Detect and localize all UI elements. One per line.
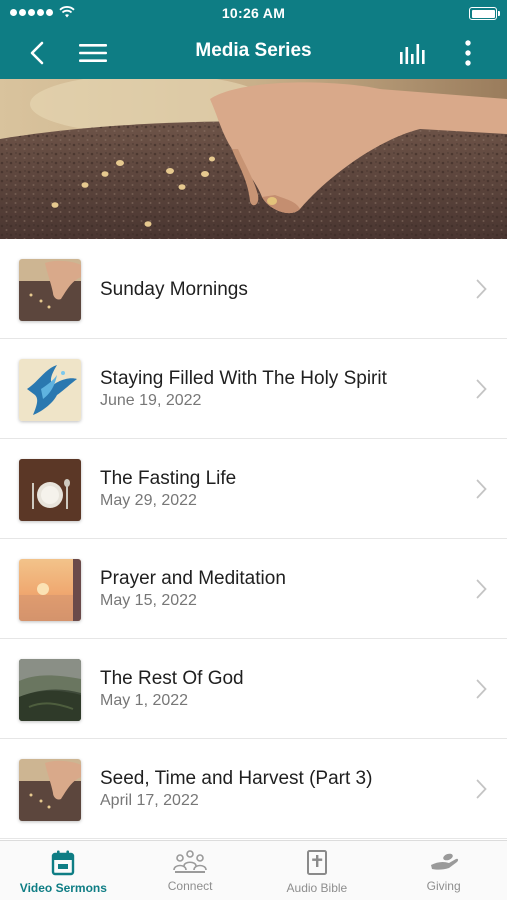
header: 10:26 AM Media Series: [0, 0, 507, 79]
status-bar: 10:26 AM: [0, 0, 507, 26]
series-item-rest-of-god[interactable]: The Rest Of God May 1, 2022: [0, 639, 507, 739]
series-text: Prayer and Meditation May 15, 2022: [100, 539, 286, 639]
tab-audio-bible[interactable]: Audio Bible: [254, 841, 381, 900]
series-date: May 15, 2022: [100, 591, 197, 609]
people-group-icon: [173, 850, 207, 873]
tab-label: Audio Bible: [286, 881, 348, 895]
hero-banner-image: [0, 79, 507, 239]
tab-giving[interactable]: Giving: [380, 841, 507, 900]
series-item-fasting-life[interactable]: The Fasting Life May 29, 2022: [0, 439, 507, 539]
chevron-right-icon: [476, 579, 487, 599]
series-thumbnail: [19, 459, 81, 521]
series-date: May 1, 2022: [100, 691, 189, 709]
series-title: Prayer and Meditation: [100, 567, 286, 589]
nav-bar: Media Series: [0, 26, 507, 79]
chevron-right-icon: [476, 779, 487, 799]
series-item-sunday-mornings[interactable]: Sunday Mornings: [0, 239, 507, 339]
chevron-right-icon: [476, 379, 487, 399]
battery-icon: [469, 7, 500, 20]
series-thumbnail: [19, 259, 81, 321]
audio-levels-icon: [400, 44, 425, 64]
series-thumbnail: [19, 359, 81, 421]
series-text: Staying Filled With The Holy Spirit June…: [100, 339, 387, 439]
tab-bar: Video Sermons Connect Audio Bible Giving: [0, 840, 507, 900]
series-thumbnail: [19, 759, 81, 821]
series-title: Staying Filled With The Holy Spirit: [100, 367, 387, 389]
tab-label: Video Sermons: [19, 881, 107, 895]
series-date: June 19, 2022: [100, 391, 202, 409]
series-title: The Fasting Life: [100, 467, 237, 489]
series-title: The Rest Of God: [100, 667, 244, 689]
series-thumbnail: [19, 659, 81, 721]
series-item-holy-spirit[interactable]: Staying Filled With The Holy Spirit June…: [0, 339, 507, 439]
more-button[interactable]: [451, 36, 485, 70]
audio-button[interactable]: [397, 36, 431, 70]
status-time: 10:26 AM: [221, 5, 286, 21]
series-item-seed-time-harvest[interactable]: Seed, Time and Harvest (Part 3) April 17…: [0, 739, 507, 839]
series-date: April 17, 2022: [100, 791, 199, 809]
series-title: Seed, Time and Harvest (Part 3): [100, 767, 373, 789]
series-thumbnail: [19, 559, 81, 621]
tab-label: Connect: [167, 879, 213, 893]
series-title: Sunday Mornings: [100, 278, 248, 300]
tab-label: Giving: [426, 879, 461, 893]
more-vertical-icon: [465, 40, 471, 66]
chevron-right-icon: [476, 479, 487, 499]
chevron-right-icon: [476, 279, 487, 299]
series-text: Seed, Time and Harvest (Part 3) April 17…: [100, 739, 372, 839]
series-text: The Rest Of God May 1, 2022: [100, 639, 244, 739]
series-text: Sunday Mornings: [100, 239, 248, 339]
tab-video-sermons[interactable]: Video Sermons: [0, 841, 127, 900]
bible-icon: [306, 850, 327, 875]
giving-hand-icon: [430, 853, 458, 870]
series-list: Sunday Mornings Staying Filled With The …: [0, 239, 507, 839]
series-text: The Fasting Life May 29, 2022: [100, 439, 236, 539]
calendar-icon: [52, 850, 75, 876]
tab-connect[interactable]: Connect: [127, 841, 254, 900]
chevron-right-icon: [476, 679, 487, 699]
series-item-prayer-meditation[interactable]: Prayer and Meditation May 15, 2022: [0, 539, 507, 639]
series-date: May 29, 2022: [100, 491, 197, 509]
